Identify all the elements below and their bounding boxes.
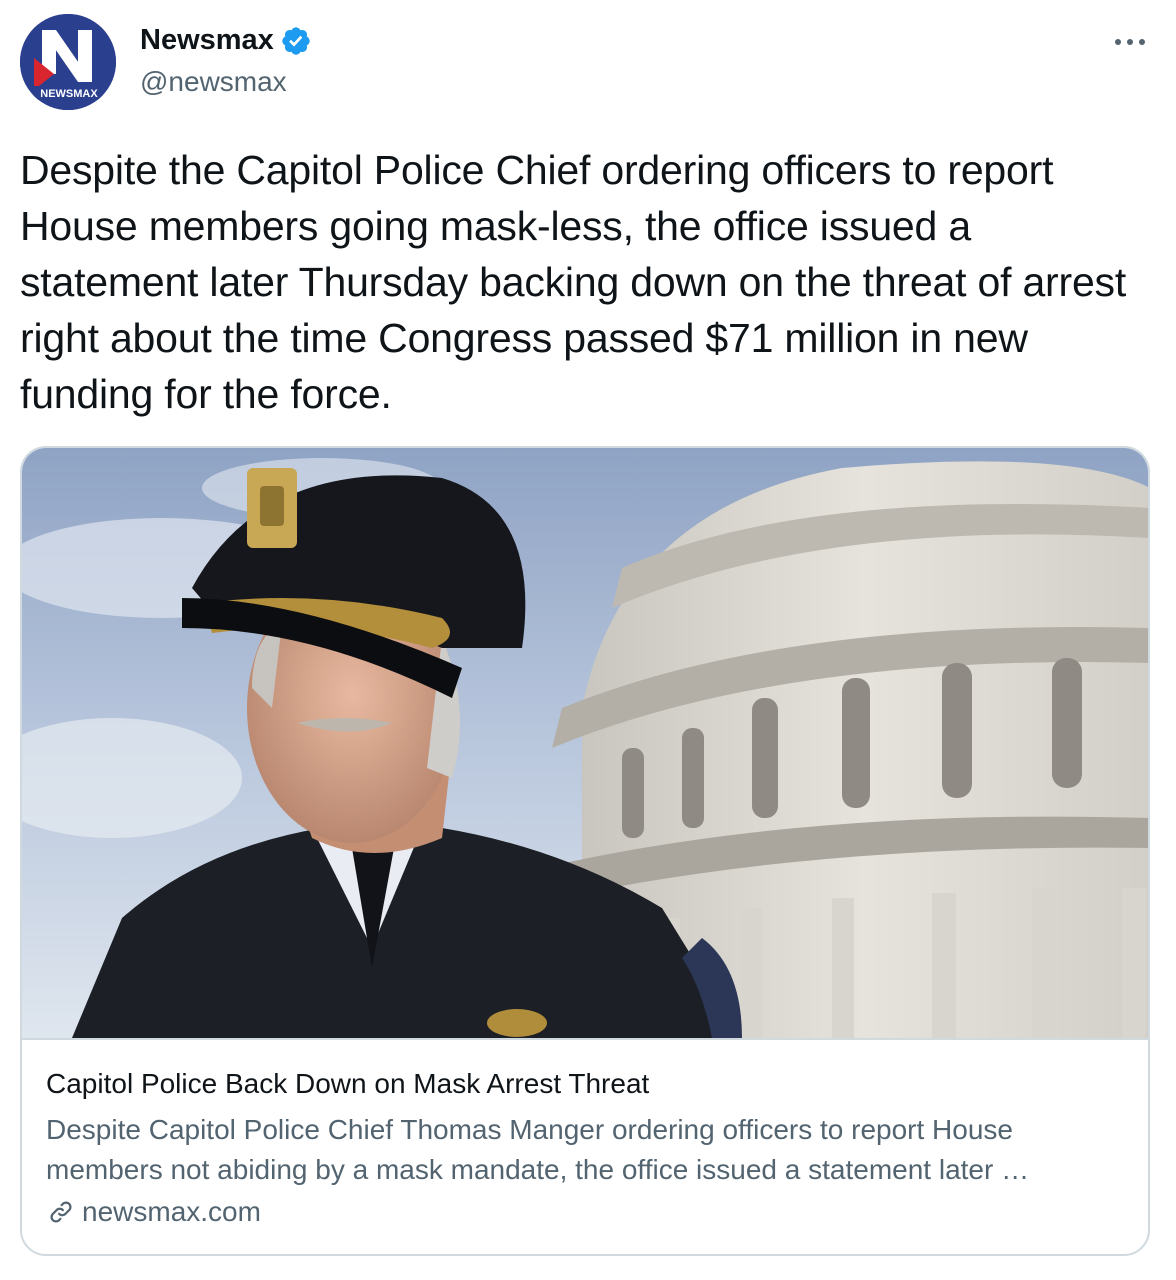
police-chief-capitol-photo xyxy=(22,448,1148,1038)
avatar-logo-text: NEWSMAX xyxy=(40,88,98,100)
card-image[interactable] xyxy=(22,448,1148,1040)
verified-badge-icon xyxy=(282,26,310,55)
author-handle[interactable]: @newsmax xyxy=(140,66,287,98)
newsmax-logo: NEWSMAX xyxy=(20,14,116,110)
tweet-text: Despite the Capitol Police Chief orderin… xyxy=(20,147,1127,417)
author-display-name[interactable]: Newsmax xyxy=(140,24,274,57)
card-description: Despite Capitol Police Chief Thomas Mang… xyxy=(46,1114,1030,1185)
card-title[interactable]: Capitol Police Back Down on Mask Arrest … xyxy=(46,1068,649,1100)
card-domain-row[interactable]: newsmax.com xyxy=(46,1196,261,1228)
link-preview-card[interactable]: Capitol Police Back Down on Mask Arrest … xyxy=(20,446,1150,1256)
author-name-row[interactable]: Newsmax xyxy=(140,24,312,57)
link-icon xyxy=(50,1201,72,1223)
card-domain[interactable]: newsmax.com xyxy=(82,1196,261,1228)
more-horizontal-icon[interactable] xyxy=(1110,22,1150,62)
author-avatar[interactable]: NEWSMAX xyxy=(20,14,116,110)
